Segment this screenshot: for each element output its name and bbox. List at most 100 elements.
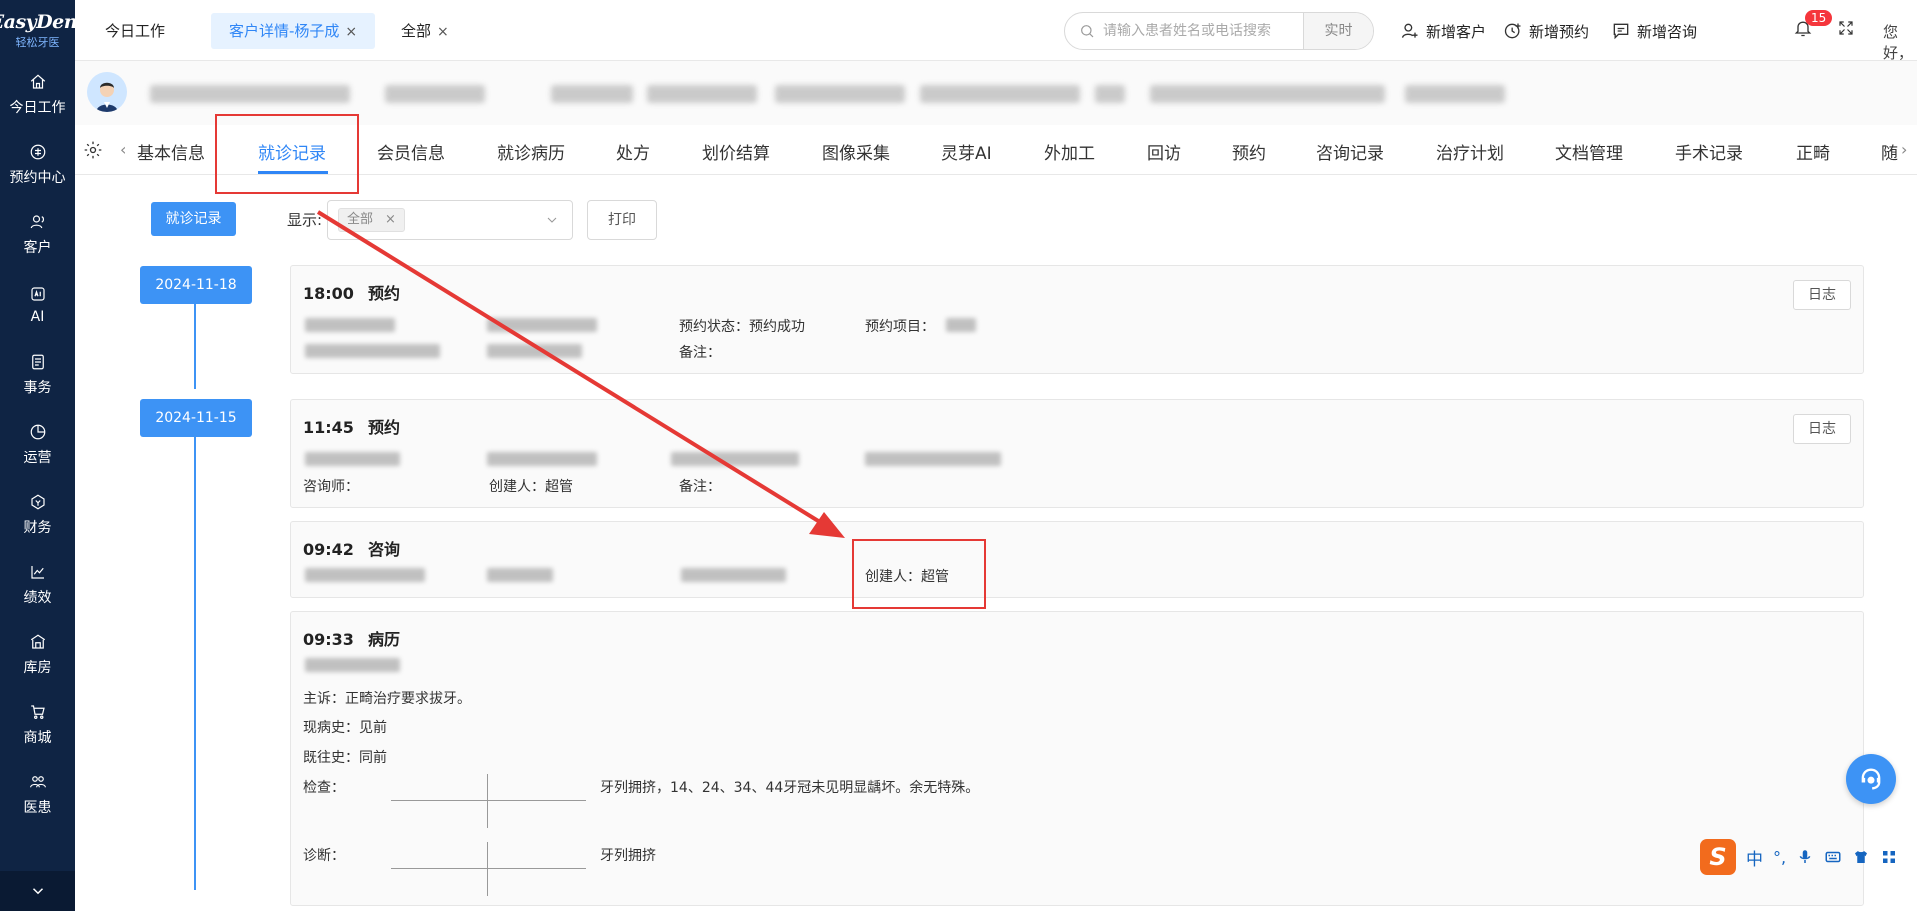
chip-close-icon[interactable]: × — [385, 212, 396, 227]
add-user-icon — [1401, 23, 1418, 38]
tab-customer-detail[interactable]: 客户详情-杨子成 × — [211, 13, 376, 49]
show-label: 显示: — [287, 211, 323, 229]
visit-records-button[interactable]: 就诊记录 — [151, 202, 236, 236]
record-type-select[interactable]: 全部 × — [327, 200, 573, 240]
tab-today[interactable]: 今日工作 — [87, 13, 183, 49]
line-chart-icon — [30, 566, 44, 579]
redacted-patient-info — [150, 85, 350, 103]
sidebar-item-performance[interactable]: 绩效 — [0, 550, 75, 620]
sidebar-item-finance[interactable]: 财务 — [0, 480, 75, 550]
tab-external-processing[interactable]: 外加工 — [1044, 139, 1095, 164]
ime-punct[interactable]: °, — [1773, 848, 1786, 867]
grid-icon[interactable] — [1880, 848, 1898, 866]
redacted-field — [671, 452, 799, 466]
tab-settings-button[interactable] — [83, 140, 103, 164]
sidebar-collapse-button[interactable] — [0, 871, 75, 911]
chevron-right-icon[interactable]: › — [1901, 140, 1907, 159]
chevron-left-icon[interactable]: ‹ — [120, 140, 126, 159]
log-button[interactable]: 日志 — [1793, 280, 1851, 310]
tab-overflow[interactable]: 随 — [1881, 139, 1898, 164]
exam-text: 牙列拥挤，14、24、34、44牙冠未见明显龋坏。余无特殊。 — [600, 780, 980, 796]
tab-prescription[interactable]: 处方 — [616, 139, 650, 164]
close-icon[interactable]: × — [437, 24, 449, 40]
diagnosis-label: 诊断： — [303, 848, 345, 864]
selected-chip: 全部 × — [338, 208, 405, 232]
record-title: 09:33 病历 — [303, 626, 400, 650]
keyboard-icon[interactable] — [1824, 848, 1842, 866]
tab-surgery-records[interactable]: 手术记录 — [1675, 139, 1743, 164]
sidebar-item-mall[interactable]: 商城 — [0, 690, 75, 760]
sidebar-item-ai[interactable]: AI — [0, 270, 75, 340]
sidebar-item-label: 事务 — [23, 380, 52, 396]
tab-consult-records[interactable]: 咨询记录 — [1316, 139, 1384, 164]
new-appointment-button[interactable]: 新增预约 — [1503, 18, 1589, 44]
gear-icon — [84, 141, 102, 159]
print-button[interactable]: 打印 — [587, 200, 657, 240]
sidebar-item-label: 今日工作 — [9, 100, 66, 116]
sidebar-item-appointments[interactable]: 预约中心 — [0, 130, 75, 200]
redacted-field — [305, 344, 440, 358]
record-card-appointment: 18:00 预约 日志 预约状态：预约成功 预约项目： 备注： — [290, 265, 1864, 374]
tab-image-capture[interactable]: 图像采集 — [822, 139, 890, 164]
search-mode-button[interactable]: 实时 — [1303, 13, 1373, 49]
sidebar-item-doctor-patient[interactable]: 医患 — [0, 760, 75, 830]
tab-documents[interactable]: 文档管理 — [1555, 139, 1623, 164]
record-title: 11:45 预约 — [303, 414, 400, 438]
redacted-field — [681, 568, 786, 582]
add-clock-icon — [1504, 23, 1521, 39]
record-type: 预约 — [367, 284, 400, 303]
sidebar-item-tasks[interactable]: 事务 — [0, 340, 75, 410]
headset-icon — [1861, 768, 1881, 790]
status-field: 预约状态：预约成功 — [679, 316, 805, 336]
tab-billing[interactable]: 划价结算 — [702, 139, 770, 164]
doctor-patient-icon — [29, 776, 46, 788]
expand-icon — [1839, 21, 1853, 35]
pie-chart-icon — [30, 424, 45, 440]
record-card-appointment: 11:45 预约 日志 咨询师： 创建人：超管 备注： — [290, 399, 1864, 508]
sidebar-item-label: 客户 — [23, 240, 52, 256]
new-consult-button[interactable]: 新增咨询 — [1611, 18, 1697, 44]
app-logo[interactable]: EasyDent 轻松牙医 — [0, 0, 86, 60]
patient-avatar[interactable] — [87, 72, 127, 112]
sidebar-item-warehouse[interactable]: 库房 — [0, 620, 75, 690]
search-input[interactable] — [1103, 23, 1303, 39]
remark-label: 备注： — [679, 479, 721, 495]
customer-service-button[interactable] — [1846, 754, 1896, 804]
redacted-field — [865, 452, 1001, 466]
timeline-line — [194, 437, 196, 890]
microphone-icon[interactable] — [1796, 848, 1814, 866]
new-customer-button[interactable]: 新增客户 — [1400, 18, 1486, 44]
tab-lingya-ai[interactable]: 灵芽AI — [941, 139, 992, 164]
tab-treatment-plan[interactable]: 治疗计划 — [1436, 139, 1504, 164]
skin-icon[interactable] — [1852, 848, 1870, 866]
tab-member-info[interactable]: 会员信息 — [377, 139, 445, 164]
redacted-field — [305, 568, 425, 582]
creator-value: 超管 — [545, 479, 573, 495]
log-button[interactable]: 日志 — [1793, 414, 1851, 444]
redacted-field — [305, 658, 400, 672]
remark-field: 备注： — [679, 342, 721, 362]
avatar-icon — [87, 72, 127, 112]
annotation-box-active-tab — [215, 114, 359, 194]
logo-subtext: 轻松牙医 — [15, 35, 60, 49]
close-icon[interactable]: × — [345, 24, 357, 40]
new-customer-label: 新增客户 — [1426, 22, 1487, 41]
notification-badge: 15 — [1805, 10, 1833, 26]
fullscreen-button[interactable] — [1837, 19, 1855, 41]
tab-medical-records[interactable]: 就诊病历 — [497, 139, 565, 164]
redacted-patient-info — [775, 85, 905, 103]
logo-text: EasyDent — [0, 10, 86, 33]
sogou-logo[interactable]: S — [1700, 839, 1736, 875]
sidebar-item-label: 库房 — [23, 660, 52, 676]
sidebar-item-today[interactable]: 今日工作 — [0, 60, 75, 130]
tab-orthodontics[interactable]: 正畸 — [1796, 139, 1830, 164]
tab-appointments[interactable]: 预约 — [1232, 139, 1266, 164]
ime-lang[interactable]: 中 — [1746, 845, 1763, 870]
tab-follow-up[interactable]: 回访 — [1147, 139, 1181, 164]
sidebar-item-customers[interactable]: 客户 — [0, 200, 75, 270]
creator-label: 创建人： — [489, 479, 545, 495]
redacted-field — [946, 318, 976, 332]
sidebar-item-operations[interactable]: 运营 — [0, 410, 75, 480]
tab-basic-info[interactable]: 基本信息 — [137, 139, 205, 164]
tab-all[interactable]: 全部 × — [383, 13, 467, 49]
